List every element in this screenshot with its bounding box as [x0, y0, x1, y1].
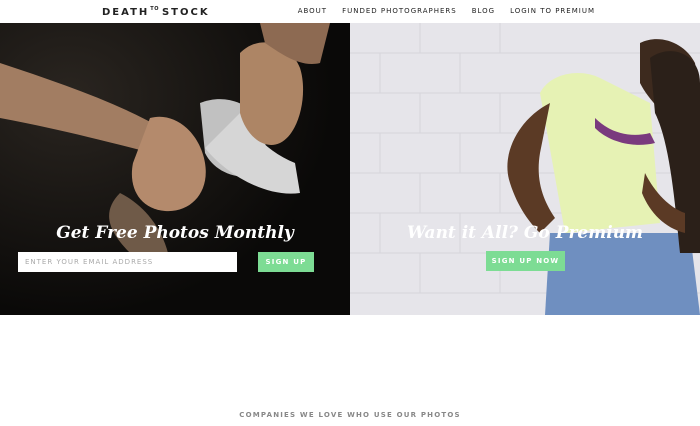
free-photos-panel: Get Free Photos Monthly SIGN UP: [0, 23, 350, 315]
companies-label: COMPANIES WE LOVE WHO USE OUR PHOTOS: [239, 411, 461, 419]
sign-up-button[interactable]: SIGN UP: [258, 252, 314, 272]
sign-up-now-button[interactable]: SIGN UP NOW: [486, 251, 565, 271]
logo-to: TO: [150, 6, 159, 12]
site-logo[interactable]: DEATH TO STOCK: [102, 6, 210, 18]
woman-photo: [350, 23, 700, 315]
nav-login-premium[interactable]: LOGIN TO PREMIUM: [510, 7, 595, 15]
premium-panel: Want it All? Go Premium SIGN UP NOW: [350, 23, 700, 315]
top-navigation-bar: DEATH TO STOCK ABOUT FUNDED PHOTOGRAPHER…: [0, 0, 700, 23]
logo-death: DEATH: [102, 6, 150, 18]
premium-title: Want it All? Go Premium: [406, 223, 644, 243]
main-nav: ABOUT FUNDED PHOTOGRAPHERS BLOG LOGIN TO…: [298, 7, 595, 15]
nav-blog[interactable]: BLOG: [472, 7, 495, 15]
nav-funded-photographers[interactable]: FUNDED PHOTOGRAPHERS: [342, 7, 457, 15]
nav-about[interactable]: ABOUT: [298, 7, 327, 15]
email-input[interactable]: [18, 252, 237, 272]
logo-stock: STOCK: [161, 6, 210, 18]
free-photos-title: Get Free Photos Monthly: [56, 223, 294, 243]
hero-section: Get Free Photos Monthly SIGN UP: [0, 23, 700, 315]
